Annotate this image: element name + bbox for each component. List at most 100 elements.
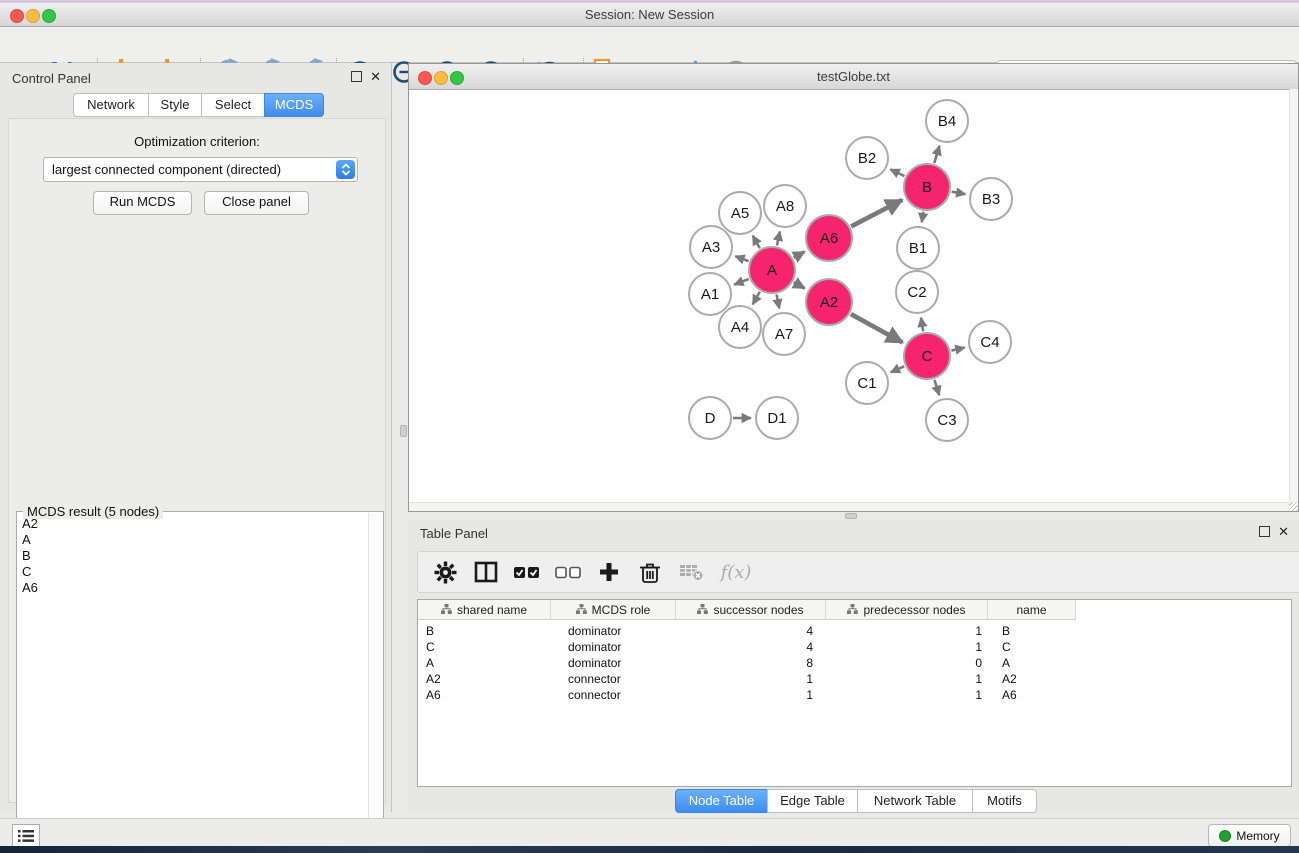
- tab-motifs[interactable]: Motifs: [972, 789, 1037, 813]
- horizontal-splitter-handle[interactable]: [845, 513, 857, 519]
- deselect-all-icon[interactable]: [555, 566, 581, 579]
- table-cell[interactable]: dominator: [551, 623, 676, 639]
- network-vertical-scrollbar[interactable]: [1289, 89, 1298, 503]
- result-item-A6[interactable]: A6: [18, 580, 369, 596]
- graph-edge-A-A1[interactable]: [734, 279, 748, 285]
- graph-node-B1[interactable]: B1: [897, 227, 939, 269]
- graph-node-B3[interactable]: B3: [970, 178, 1012, 220]
- minimize-traffic-light[interactable]: [26, 9, 40, 23]
- graph-edge-A-A8[interactable]: [777, 231, 780, 245]
- tab-mcds[interactable]: MCDS: [264, 93, 324, 117]
- memory-button[interactable]: Memory: [1208, 824, 1291, 847]
- add-row-icon[interactable]: [596, 561, 622, 583]
- graph-node-C2[interactable]: C2: [896, 271, 938, 313]
- graph-node-B2[interactable]: B2: [846, 137, 888, 179]
- minimize-traffic-light[interactable]: [434, 71, 448, 85]
- graph-edge-A2-C[interactable]: [851, 314, 903, 342]
- table-cell[interactable]: A2: [418, 671, 551, 687]
- graph-edge-A-A3[interactable]: [735, 256, 748, 261]
- graph-node-A7[interactable]: A7: [763, 313, 805, 355]
- run-mcds-button[interactable]: Run MCDS: [93, 191, 192, 215]
- graph-node-A4[interactable]: A4: [719, 306, 761, 348]
- table-cell[interactable]: C: [988, 639, 1076, 655]
- graph-node-D[interactable]: D: [689, 397, 731, 439]
- graph-node-B4[interactable]: B4: [926, 100, 968, 142]
- graph-node-C[interactable]: C: [904, 333, 950, 379]
- graph-edge-B-B2[interactable]: [890, 169, 904, 176]
- close-panel-icon[interactable]: ✕: [370, 71, 381, 82]
- window-resize-grip[interactable]: [1289, 502, 1298, 511]
- result-scrollbar[interactable]: [368, 513, 382, 853]
- graph-node-A5[interactable]: A5: [719, 192, 761, 234]
- float-panel-icon[interactable]: [1259, 526, 1270, 537]
- column-header-shared-name[interactable]: shared name: [418, 600, 551, 620]
- graph-node-A6[interactable]: A6: [806, 215, 852, 261]
- table-cell[interactable]: dominator: [551, 639, 676, 655]
- result-item-A[interactable]: A: [18, 532, 369, 548]
- close-panel-icon[interactable]: ✕: [1278, 526, 1289, 537]
- graph-node-A2[interactable]: A2: [806, 279, 852, 325]
- task-history-button[interactable]: [12, 824, 40, 847]
- table-cell[interactable]: connector: [551, 671, 676, 687]
- graph-edge-A-A5[interactable]: [753, 236, 760, 249]
- table-row-A2[interactable]: A2connector11A2: [418, 671, 1291, 687]
- graph-edge-A-A2[interactable]: [794, 282, 805, 288]
- vertical-splitter-handle[interactable]: [400, 425, 407, 437]
- graph-edge-B-B3[interactable]: [952, 192, 966, 195]
- graph-node-D1[interactable]: D1: [756, 397, 798, 439]
- graph-edge-C-C1[interactable]: [891, 366, 904, 372]
- table-cell[interactable]: 0: [826, 655, 988, 671]
- tab-edge-table[interactable]: Edge Table: [767, 789, 858, 813]
- graph-edge-A-A7[interactable]: [777, 295, 780, 309]
- delete-row-icon[interactable]: [637, 560, 663, 584]
- graph-edge-C-C4[interactable]: [951, 348, 964, 351]
- graph-node-C3[interactable]: C3: [926, 399, 968, 441]
- close-traffic-light[interactable]: [10, 9, 24, 23]
- result-item-B[interactable]: B: [18, 548, 369, 564]
- table-cell[interactable]: A: [418, 655, 551, 671]
- criterion-dropdown[interactable]: largest connected component (directed): [43, 157, 358, 182]
- table-cell[interactable]: dominator: [551, 655, 676, 671]
- tab-network[interactable]: Network: [73, 93, 149, 117]
- table-row-B[interactable]: Bdominator41B: [418, 623, 1291, 639]
- close-traffic-light[interactable]: [418, 71, 432, 85]
- table-row-A[interactable]: Adominator80A: [418, 655, 1291, 671]
- select-all-icon[interactable]: [514, 566, 540, 579]
- graph-node-B[interactable]: B: [904, 164, 950, 210]
- tab-node-table[interactable]: Node Table: [675, 789, 768, 813]
- table-cell[interactable]: 4: [676, 639, 826, 655]
- result-item-C[interactable]: C: [18, 564, 369, 580]
- graph-edge-A-A4[interactable]: [753, 292, 760, 305]
- graph-edge-A6-B[interactable]: [851, 200, 902, 227]
- graph-edge-C-C2[interactable]: [921, 318, 923, 332]
- settings-gear-icon[interactable]: [432, 561, 458, 584]
- zoom-traffic-light[interactable]: [42, 9, 56, 23]
- tab-style[interactable]: Style: [148, 93, 202, 117]
- table-cell[interactable]: A2: [988, 671, 1076, 687]
- graph-edge-C-C3[interactable]: [934, 380, 939, 395]
- column-header-successor-nodes[interactable]: successor nodes: [676, 600, 826, 620]
- table-cell[interactable]: 4: [676, 623, 826, 639]
- table-row-A6[interactable]: A6connector11A6: [418, 687, 1291, 703]
- table-cell[interactable]: 8: [676, 655, 826, 671]
- graph-edge-B-B1[interactable]: [922, 212, 924, 223]
- graph-node-C4[interactable]: C4: [969, 321, 1011, 363]
- column-header-predecessor-nodes[interactable]: predecessor nodes: [826, 600, 988, 620]
- table-cell[interactable]: A: [988, 655, 1076, 671]
- table-cell[interactable]: B: [418, 623, 551, 639]
- column-layout-icon[interactable]: [473, 561, 499, 583]
- graph-edge-B-B4[interactable]: [934, 146, 939, 163]
- tab-select[interactable]: Select: [201, 93, 265, 117]
- table-cell[interactable]: 1: [676, 687, 826, 703]
- table-cell[interactable]: C: [418, 639, 551, 655]
- result-item-A2[interactable]: A2: [18, 516, 369, 532]
- table-row-C[interactable]: Cdominator41C: [418, 639, 1291, 655]
- table-cell[interactable]: 1: [676, 671, 826, 687]
- graph-node-C1[interactable]: C1: [846, 362, 888, 404]
- table-cell[interactable]: 1: [826, 687, 988, 703]
- tab-network-table[interactable]: Network Table: [857, 789, 973, 813]
- table-cell[interactable]: B: [988, 623, 1076, 639]
- float-panel-icon[interactable]: [351, 71, 362, 82]
- graph-edge-A-A6[interactable]: [794, 252, 805, 258]
- graph-node-A1[interactable]: A1: [689, 273, 731, 315]
